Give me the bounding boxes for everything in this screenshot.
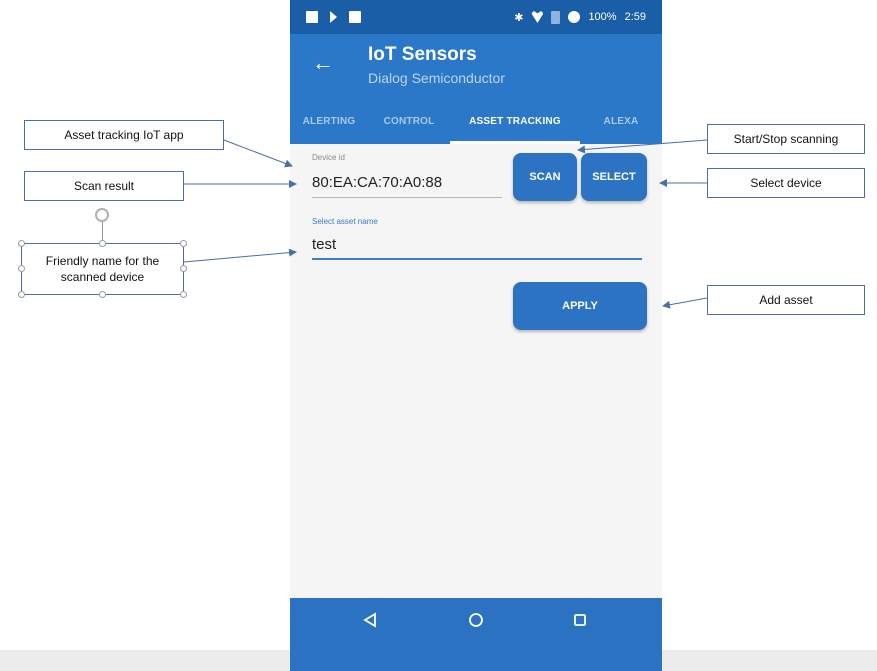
tab-asset-tracking[interactable]: ASSET TRACKING bbox=[450, 116, 580, 127]
tab-alerting[interactable]: ALERTING bbox=[290, 116, 368, 127]
asset-name-underline bbox=[312, 258, 642, 260]
selection-handle bbox=[180, 240, 187, 247]
status-bar: ✱ 100% 2:59 bbox=[290, 0, 662, 34]
tab-control[interactable]: CONTROL bbox=[368, 116, 450, 127]
selection-handle bbox=[99, 291, 106, 298]
play-notification-icon bbox=[330, 11, 337, 23]
annotation-select-device: Select device bbox=[707, 168, 865, 198]
nav-recent-apps-icon[interactable] bbox=[572, 612, 588, 633]
rotate-handle-stem bbox=[102, 222, 103, 240]
annotation-add-asset: Add asset bbox=[707, 285, 865, 315]
wifi-icon bbox=[531, 11, 544, 23]
screenshot-stage: ✱ 100% 2:59 ← IoT Sensors Dialog Semicon… bbox=[0, 0, 877, 671]
selection-handle bbox=[180, 265, 187, 272]
annotation-start-stop: Start/Stop scanning bbox=[707, 124, 865, 154]
annotation-app: Asset tracking IoT app bbox=[24, 120, 224, 150]
annotation-scan-result: Scan result bbox=[24, 171, 184, 201]
device-id-underline bbox=[312, 197, 502, 198]
selection-handle bbox=[18, 265, 25, 272]
back-arrow-icon[interactable]: ← bbox=[312, 52, 334, 74]
navigation-bar bbox=[290, 598, 662, 671]
asset-name-input[interactable]: test bbox=[312, 236, 336, 253]
notification-icons bbox=[306, 11, 361, 23]
selection-handle bbox=[99, 240, 106, 247]
calendar-notification-icon bbox=[349, 11, 361, 23]
status-time: 2:59 bbox=[624, 11, 646, 23]
annotation-friendly-name: Friendly name for the scanned device bbox=[21, 243, 184, 295]
device-id-label: Device id bbox=[312, 153, 345, 162]
app-bar: ← IoT Sensors Dialog Semiconductor bbox=[290, 34, 662, 98]
bluetooth-icon: ✱ bbox=[514, 11, 524, 24]
device-id-field[interactable]: 80:EA:CA:70:A0:88 bbox=[312, 174, 442, 191]
nav-home-icon[interactable] bbox=[468, 612, 484, 633]
selection-handle bbox=[180, 291, 187, 298]
asset-tracking-panel: Device id 80:EA:CA:70:A0:88 SCAN SELECT … bbox=[290, 144, 662, 650]
apply-button[interactable]: APPLY bbox=[513, 282, 647, 330]
asset-name-label: Select asset name bbox=[312, 217, 378, 226]
selection-handle bbox=[18, 291, 25, 298]
select-button[interactable]: SELECT bbox=[581, 153, 647, 201]
phone-screen: ✱ 100% 2:59 ← IoT Sensors Dialog Semicon… bbox=[290, 0, 662, 671]
app-title: IoT Sensors bbox=[368, 44, 477, 65]
battery-icon bbox=[551, 10, 561, 24]
clock-icon bbox=[568, 11, 581, 23]
system-icons: ✱ 100% 2:59 bbox=[514, 10, 646, 24]
image-notification-icon bbox=[306, 11, 318, 23]
nav-back-icon[interactable] bbox=[362, 612, 378, 633]
rotate-handle-icon bbox=[95, 208, 109, 222]
battery-percent: 100% bbox=[588, 11, 617, 23]
app-subtitle: Dialog Semiconductor bbox=[368, 70, 505, 86]
tab-alexa[interactable]: ALEXA bbox=[580, 116, 662, 127]
tab-bar: ALERTING CONTROL ASSET TRACKING ALEXA bbox=[290, 98, 662, 144]
scan-button[interactable]: SCAN bbox=[513, 153, 577, 201]
selection-handle bbox=[18, 240, 25, 247]
